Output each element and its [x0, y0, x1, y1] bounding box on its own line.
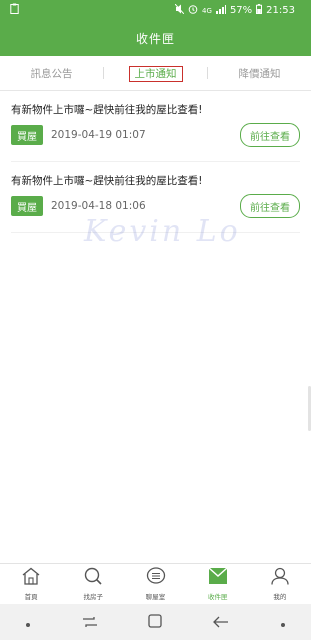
- message-title: 有新物件上市囉~趕快前往我的屋比查看!: [11, 104, 203, 116]
- back-icon[interactable]: [213, 613, 229, 632]
- tab-announcements[interactable]: 訊息公告: [0, 66, 103, 81]
- nav-item-profile[interactable]: 我的: [249, 564, 311, 604]
- battery-percent: 57%: [229, 5, 253, 16]
- view-button[interactable]: 前往查看: [240, 194, 300, 218]
- app-bar: 收件匣: [0, 20, 311, 56]
- nav-label: 我的: [273, 593, 287, 601]
- message-time: 2019-04-19 01:07: [51, 129, 146, 141]
- category-badge: 買屋: [11, 125, 43, 145]
- category-badge: 買屋: [11, 196, 43, 216]
- nav-label: 首頁: [24, 593, 38, 601]
- home-key-icon[interactable]: [148, 613, 163, 632]
- status-bar: 4G 57% 21:53: [0, 0, 311, 20]
- bottom-nav: 首頁 找房子 聊屋室 收件匣 我的: [0, 563, 311, 604]
- user-icon: [270, 567, 290, 589]
- message-title: 有新物件上市囉~趕快前往我的屋比查看!: [11, 175, 203, 187]
- clipboard-icon: [10, 3, 19, 17]
- mute-icon: [174, 3, 185, 17]
- tab-listing-notice[interactable]: 上市通知: [104, 65, 207, 82]
- message-time: 2019-04-18 01:06: [51, 200, 146, 212]
- signal-icon: [215, 4, 226, 17]
- list-item: 有新物件上市囉~趕快前往我的屋比查看! 買屋 2019-04-19 01:07 …: [11, 91, 300, 162]
- nav-item-inbox[interactable]: 收件匣: [187, 564, 249, 604]
- inbox-tabs: 訊息公告 上市通知 降價通知: [0, 56, 311, 91]
- chat-icon: [146, 567, 166, 589]
- system-nav-bar: [0, 604, 311, 640]
- dot-icon[interactable]: [25, 613, 31, 632]
- page-title: 收件匣: [135, 31, 175, 46]
- tab-price-drop[interactable]: 降價通知: [208, 66, 311, 81]
- search-icon: [83, 567, 103, 589]
- nav-label: 找房子: [83, 593, 104, 601]
- home-icon: [21, 567, 41, 589]
- recent-apps-icon[interactable]: [82, 613, 98, 632]
- nav-item-search[interactable]: 找房子: [62, 564, 124, 604]
- dot-icon[interactable]: [280, 613, 286, 632]
- view-button[interactable]: 前往查看: [240, 123, 300, 147]
- battery-icon: [256, 4, 263, 17]
- clock: 21:53: [266, 5, 295, 16]
- network-label: 4G: [202, 6, 212, 15]
- watermark: Kevin Lo: [84, 214, 241, 249]
- mail-icon: [208, 567, 228, 589]
- nav-label: 收件匣: [207, 593, 228, 601]
- nav-item-chat[interactable]: 聊屋室: [124, 564, 186, 604]
- scroll-indicator: [308, 386, 311, 431]
- message-list: 有新物件上市囉~趕快前往我的屋比查看! 買屋 2019-04-19 01:07 …: [0, 91, 311, 233]
- nav-label: 聊屋室: [145, 593, 166, 601]
- nav-item-home[interactable]: 首頁: [0, 564, 62, 604]
- alarm-icon: [188, 4, 198, 17]
